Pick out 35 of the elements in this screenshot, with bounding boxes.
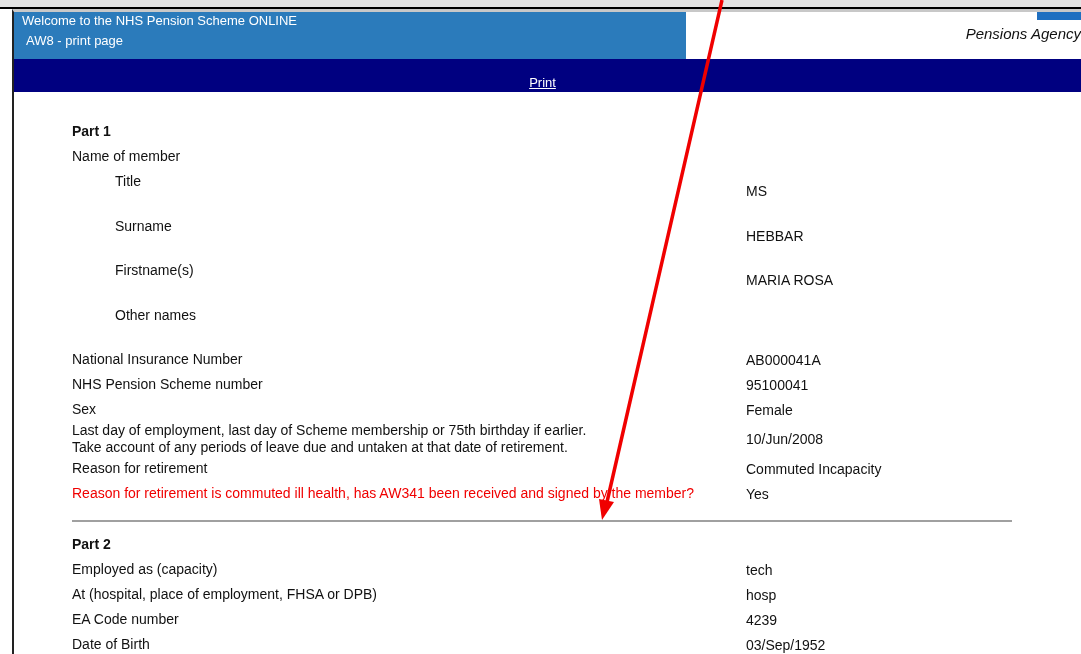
field-label: NHS Pension Scheme number: [72, 376, 264, 393]
field-value: AB000041A: [746, 351, 821, 368]
field-label: Last day of employment, last day of Scheme membership or 75th birthday if earlier. Take account of any periods of leave due and untaken at that date of retirement.: [72, 422, 588, 456]
logo-icon: [1037, 12, 1081, 20]
field-value: 4239: [746, 611, 778, 628]
field-label: EA Code number: [72, 611, 180, 628]
field-label: Name of member: [72, 148, 182, 165]
field-value: MARIA ROSA: [746, 271, 834, 290]
site-title: Welcome to the NHS Pension Scheme ONLINE: [22, 13, 299, 28]
field-value: 10/Jun/2008: [746, 431, 824, 447]
field-label: Reason for retirement: [72, 460, 209, 477]
field-label: Surname: [114, 216, 173, 236]
field-value: 03/Sep/1952: [746, 636, 826, 653]
field-value: Female: [746, 401, 793, 418]
field-label: At (hospital, place of employment, FHSA or DPB): [72, 586, 378, 603]
field-value: Commuted Incapacity: [746, 460, 882, 477]
agency-name: Pensions Agency: [965, 25, 1081, 42]
field-label: Firstname(s): [114, 261, 195, 280]
field-label: National Insurance Number: [72, 351, 244, 368]
field-value: Yes: [746, 485, 769, 502]
section-heading: Part 1: [72, 123, 112, 141]
field-label: Date of Birth: [72, 636, 151, 653]
section-heading: Part 2: [72, 536, 112, 554]
field-label: Employed as (capacity): [72, 561, 219, 578]
field-value: hosp: [746, 586, 777, 603]
field-label: Sex: [72, 401, 98, 418]
field-label: Title: [114, 172, 142, 191]
field-value: 95100041: [746, 376, 809, 393]
page-title: AW8 - print page: [26, 33, 125, 48]
field-value: HEBBAR: [746, 226, 804, 246]
print-link[interactable]: Print: [529, 75, 556, 92]
field-label: Other names: [114, 305, 197, 325]
field-value: tech: [746, 561, 773, 578]
field-label: Reason for retirement is commuted ill health, has AW341 been received and signed by the member?: [72, 485, 696, 502]
field-value: MS: [746, 182, 767, 201]
